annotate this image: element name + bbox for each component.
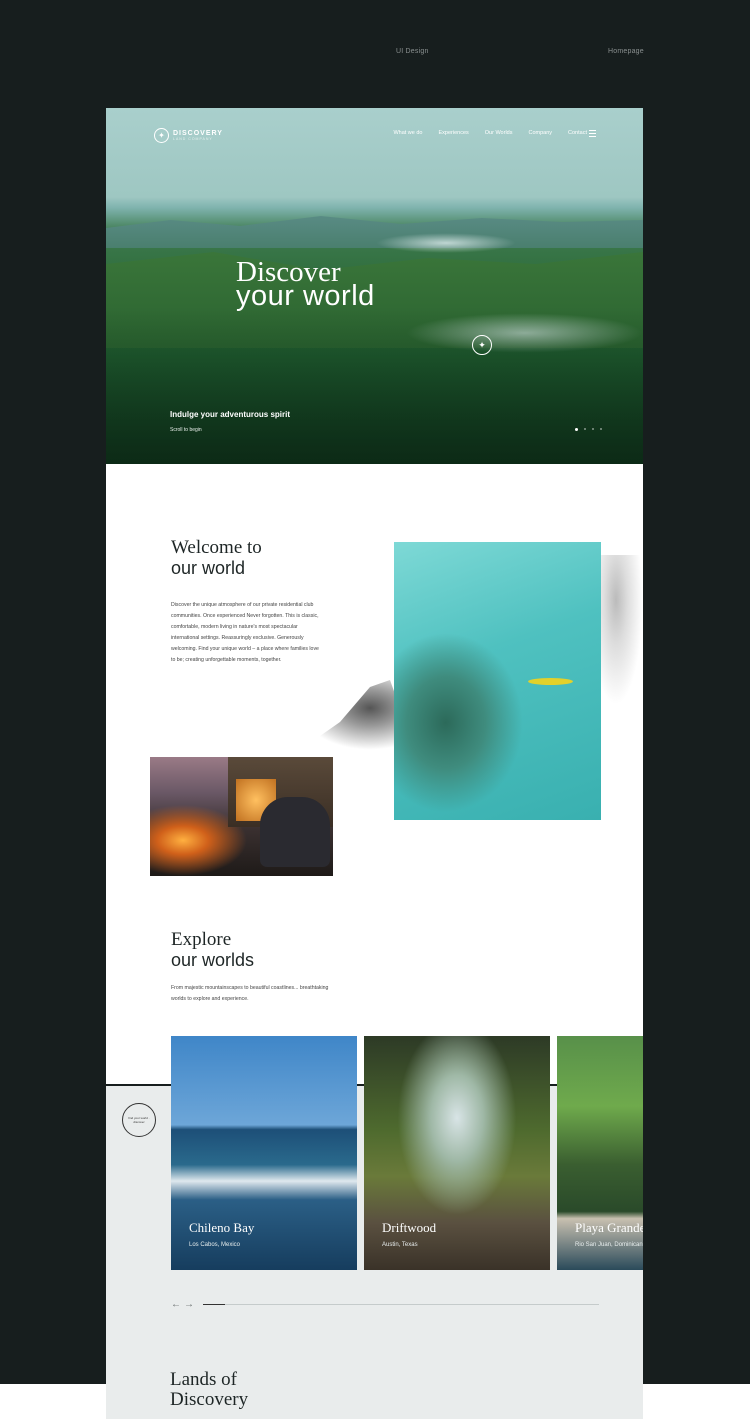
world-card-playa-grande[interactable]: Playa Grande Rio San Juan, Dominican	[557, 1036, 643, 1270]
find-your-world-badge[interactable]: find your world · discover	[122, 1103, 156, 1137]
carousel-progress	[203, 1304, 599, 1305]
kayak-image-detail	[528, 678, 573, 685]
compass-icon[interactable]: ✦	[472, 335, 492, 355]
welcome-body: Discover the unique atmosphere of our pr…	[171, 602, 319, 664]
logo-name: DISCOVERY	[173, 130, 223, 137]
explore-title: Explore our worlds	[171, 930, 254, 971]
nav-our-worlds[interactable]: Our Worlds	[485, 130, 513, 136]
nav-company[interactable]: Company	[528, 130, 552, 136]
logo-subtitle: LAND COMPANY	[173, 137, 213, 141]
nav-contact[interactable]: Contact	[568, 130, 587, 136]
world-card-location: Rio San Juan, Dominican	[575, 1242, 643, 1248]
logo[interactable]: ✦ DISCOVERY LAND COMPANY	[154, 128, 223, 143]
world-card-title: Playa Grande	[575, 1220, 643, 1235]
world-card-chileno-bay[interactable]: Chileno Bay Los Cabos, Mexico	[171, 1036, 357, 1270]
world-card-title: Chileno Bay	[189, 1220, 255, 1235]
hero-title-line2: your world	[236, 280, 375, 312]
lands-title: Lands of Discovery	[170, 1370, 248, 1410]
explore-body: From majestic mountainscapes to beautifu…	[171, 985, 329, 1002]
world-card-driftwood[interactable]: Driftwood Austin, Texas	[364, 1036, 550, 1270]
welcome-title: Welcome to our world	[171, 538, 262, 579]
world-card-location: Austin, Texas	[382, 1242, 418, 1248]
main-nav: What we do Experiences Our Worlds Compan…	[393, 130, 587, 136]
world-card-location: Los Cabos, Mexico	[189, 1242, 241, 1248]
lands-title-line2: Discovery	[170, 1389, 249, 1410]
meta-ui-design: UI Design	[396, 48, 429, 55]
world-card-title: Driftwood	[382, 1220, 437, 1235]
carousel-arrows[interactable]: ←→	[171, 1299, 197, 1310]
compass-logo-icon: ✦	[154, 128, 169, 143]
hero-title: Discover your world	[236, 258, 375, 311]
welcome-title-line1: Welcome to	[171, 537, 262, 558]
mountain-decoration	[598, 555, 643, 705]
meta-homepage: Homepage	[608, 48, 644, 55]
explore-title-line2: our worlds	[171, 950, 255, 970]
nav-what-we-do[interactable]: What we do	[393, 130, 422, 136]
lands-title-line1: Lands of	[170, 1369, 238, 1390]
nav-experiences[interactable]: Experiences	[438, 130, 468, 136]
slider-dots[interactable]	[575, 427, 602, 431]
campfire-image	[150, 757, 333, 876]
hero-section: ✦ DISCOVERY LAND COMPANY What we do Expe…	[106, 108, 643, 464]
hero-tagline: Indulge your adventurous spirit	[170, 410, 291, 419]
scroll-to-begin[interactable]: Scroll to begin	[170, 427, 202, 433]
explore-title-line1: Explore	[171, 929, 232, 950]
menu-icon[interactable]	[589, 130, 596, 139]
welcome-title-line2: our world	[171, 558, 246, 578]
